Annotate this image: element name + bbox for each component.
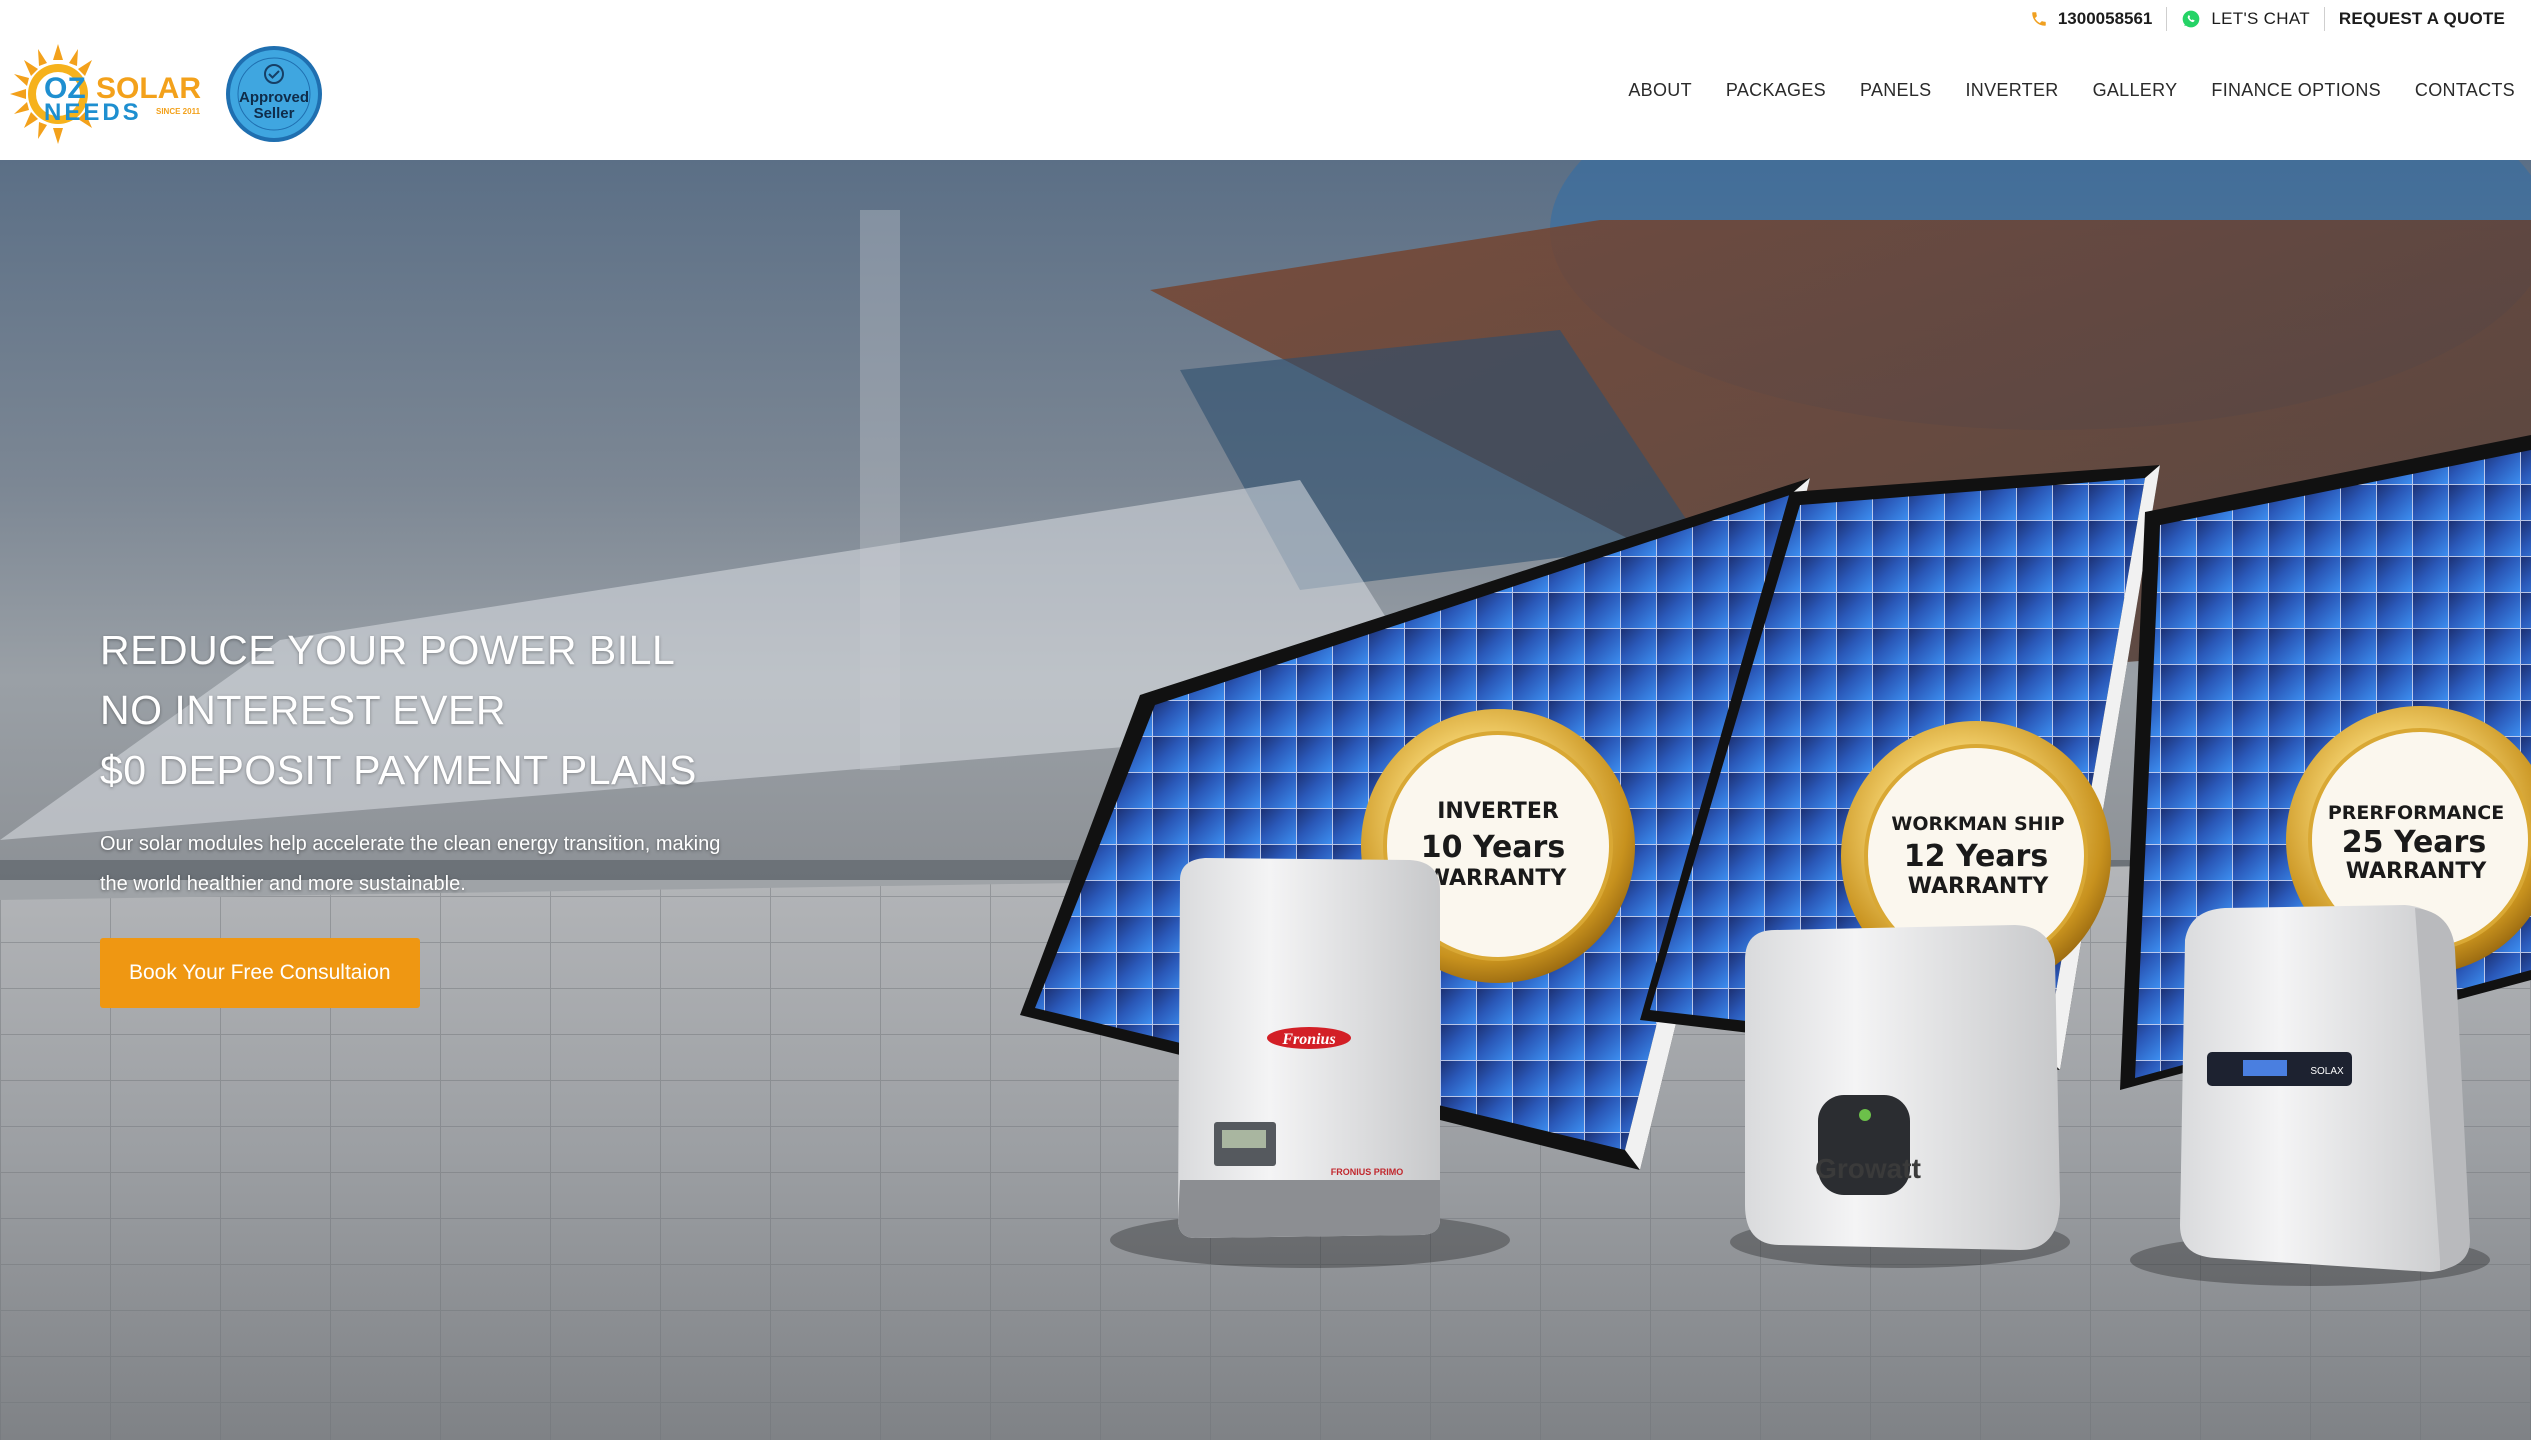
nav-packages[interactable]: PACKAGES (1709, 70, 1843, 111)
nav-contacts[interactable]: CONTACTS (2398, 70, 2515, 111)
nav-inverter[interactable]: INVERTER (1948, 70, 2075, 111)
fronius-brand: Fronius (1281, 1031, 1335, 1048)
badge-performance-years: 25 Years (2342, 825, 2486, 860)
fronius-model: FRONIUS PRIMO (1331, 1167, 1404, 1177)
phone-icon (2032, 12, 2046, 26)
badge-workmanship-top: WORKMAN SHIP (1891, 813, 2064, 835)
growatt-inverter-image: Growatt (1730, 925, 2070, 1268)
phone-link[interactable]: 1300058561 (2016, 7, 2167, 31)
badge-performance-top: PRERFORMANCE (2328, 802, 2504, 824)
badge-inverter-bottom: WARRANTY (1426, 866, 1568, 891)
nav-panels[interactable]: PANELS (1843, 70, 1949, 111)
approved-seller-badge[interactable]: Approved Seller (224, 44, 324, 144)
hero-subtext: Our solar modules help accelerate the cl… (100, 833, 721, 895)
utility-bar: 1300058561 LET'S CHAT REQUEST A QUOTE (2016, 0, 2519, 38)
chat-label: LET'S CHAT (2211, 9, 2310, 28)
hero-headline-2: NO INTEREST EVER (100, 687, 506, 733)
whatsapp-icon (2183, 10, 2200, 28)
nav-gallery[interactable]: GALLERY (2076, 70, 2195, 111)
growatt-brand: Growatt (1815, 1153, 1921, 1184)
nav-about[interactable]: ABOUT (1611, 70, 1709, 111)
badge-workmanship-bottom: WARRANTY (1908, 874, 2050, 899)
request-quote-label: REQUEST A QUOTE (2338, 9, 2505, 28)
main-nav: ABOUT PACKAGES PANELS INVERTER GALLERY F… (1611, 70, 2515, 111)
book-consultation-button[interactable]: Book Your Free Consultaion (100, 938, 420, 1008)
hero-headline-3: $0 DEPOSIT PAYMENT PLANS (100, 747, 697, 793)
phone-number: 1300058561 (2057, 9, 2153, 28)
logo-needs: NEEDS (44, 99, 142, 126)
badge-inverter-years: 10 Years (1421, 830, 1565, 865)
site-logo[interactable]: OZ SOLAR NEEDS SINCE 2011 (8, 38, 208, 150)
hero-copy: REDUCE YOUR POWER BILL NO INTEREST EVER … (100, 620, 820, 1008)
seller-label: Seller (254, 105, 295, 122)
approved-label: Approved (239, 89, 309, 106)
hero-headline-1: REDUCE YOUR POWER BILL (100, 627, 676, 673)
chat-link[interactable]: LET'S CHAT (2166, 7, 2324, 31)
request-quote-link[interactable]: REQUEST A QUOTE (2323, 7, 2519, 31)
site-header: 1300058561 LET'S CHAT REQUEST A QUOTE OZ… (0, 0, 2531, 160)
badge-workmanship-years: 12 Years (1904, 839, 2048, 874)
hero-banner: INVERTER 10 Years WARRANTY WORKMAN SHIP … (0, 160, 2531, 1440)
nav-finance-options[interactable]: FINANCE OPTIONS (2194, 70, 2398, 111)
logo-since: SINCE 2011 (156, 107, 201, 116)
badge-inverter-top: INVERTER (1437, 799, 1559, 824)
solax-brand: SOLAX (2310, 1066, 2344, 1077)
badge-performance-bottom: WARRANTY (2346, 859, 2488, 884)
